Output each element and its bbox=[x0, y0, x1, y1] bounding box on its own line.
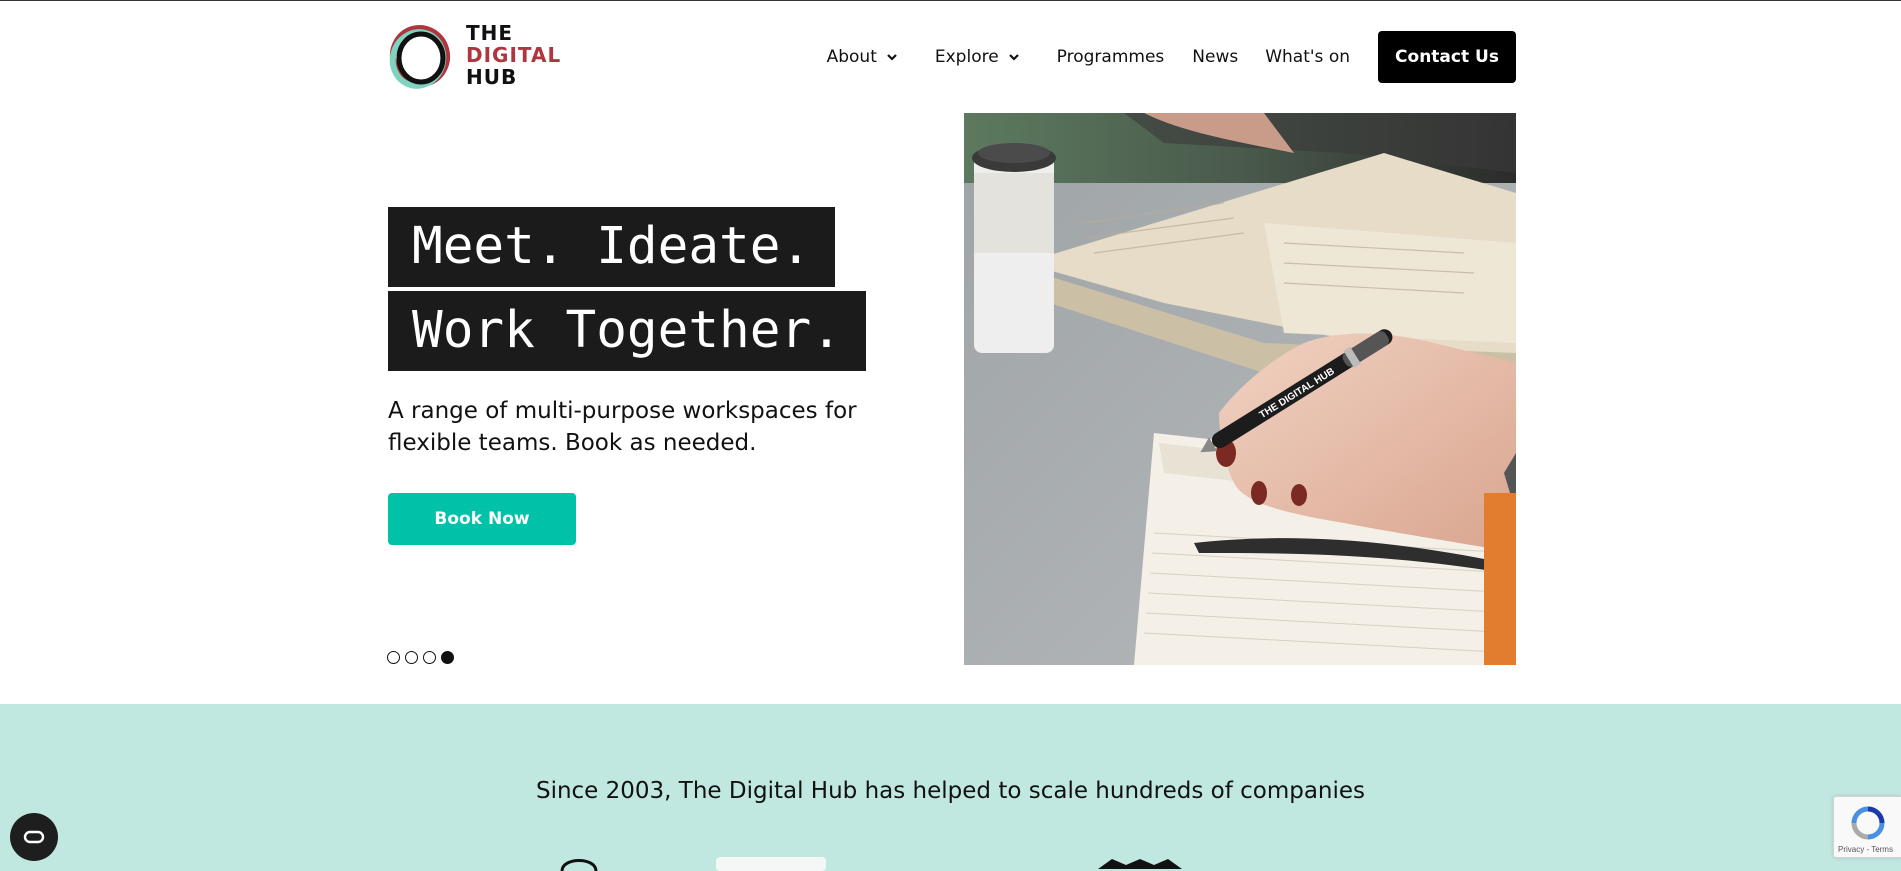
nav-item-label: News bbox=[1192, 47, 1239, 67]
band-title: Since 2003, The Digital Hub has helped t… bbox=[535, 778, 1366, 804]
recaptcha-icon bbox=[1851, 806, 1885, 840]
nav-item-label: About bbox=[826, 47, 877, 67]
book-now-button[interactable]: Book Now bbox=[388, 493, 576, 545]
recaptcha-badge[interactable]: Privacy - Terms bbox=[1833, 796, 1901, 858]
companies-band: Since 2003, The Digital Hub has helped t… bbox=[0, 704, 1901, 871]
nav-item-programmes[interactable]: Programmes bbox=[1057, 47, 1165, 67]
site-logo[interactable]: THE DIGITAL HUB bbox=[388, 22, 563, 92]
headline-line-1: Meet. Ideate. bbox=[388, 207, 836, 287]
logo-line-2: DIGITAL bbox=[466, 43, 562, 67]
hero-subtext: A range of multi-purpose workspaces for … bbox=[388, 398, 857, 456]
contact-us-button[interactable]: Contact Us bbox=[1378, 31, 1516, 83]
main-nav: About Explore Programmes News What's on … bbox=[827, 31, 1516, 83]
slider-dot-3[interactable] bbox=[423, 651, 436, 664]
recaptcha-links[interactable]: Privacy - Terms bbox=[1838, 845, 1893, 854]
site-header: THE DIGITAL HUB About Explore Programmes… bbox=[388, 22, 1516, 92]
nav-item-whats-on[interactable]: What's on bbox=[1265, 47, 1350, 67]
slider-dot-2[interactable] bbox=[405, 651, 418, 664]
nav-item-label: Explore bbox=[934, 47, 999, 67]
hero-illustration: THE DIGITAL HUB bbox=[964, 113, 1516, 665]
partner-logos-icon bbox=[560, 857, 1182, 871]
hero-photo: THE DIGITAL HUB bbox=[964, 113, 1516, 665]
nav-item-label: Programmes bbox=[1056, 47, 1165, 67]
nav-item-explore[interactable]: Explore bbox=[935, 47, 1021, 67]
nav-item-about[interactable]: About bbox=[827, 47, 899, 67]
logo-line-1: THE bbox=[466, 21, 514, 45]
accessibility-toggle-icon bbox=[23, 830, 45, 844]
slider-dot-4[interactable] bbox=[441, 651, 454, 664]
accessibility-button[interactable] bbox=[10, 813, 58, 861]
chevron-down-icon bbox=[887, 54, 897, 61]
top-border bbox=[0, 0, 1901, 1]
logo-line-3: HUB bbox=[466, 65, 518, 89]
logo-wordmark: THE DIGITAL HUB bbox=[466, 22, 561, 88]
headline-line-2: Work Together. bbox=[388, 291, 866, 371]
slider-dot-1[interactable] bbox=[387, 651, 400, 664]
nav-item-news[interactable]: News bbox=[1192, 47, 1238, 67]
chevron-down-icon bbox=[1008, 54, 1019, 61]
partner-logos-strip bbox=[0, 853, 1901, 871]
nav-item-label: What's on bbox=[1265, 47, 1350, 67]
slider-pagination bbox=[387, 651, 454, 664]
logo-rings-icon bbox=[389, 25, 451, 89]
